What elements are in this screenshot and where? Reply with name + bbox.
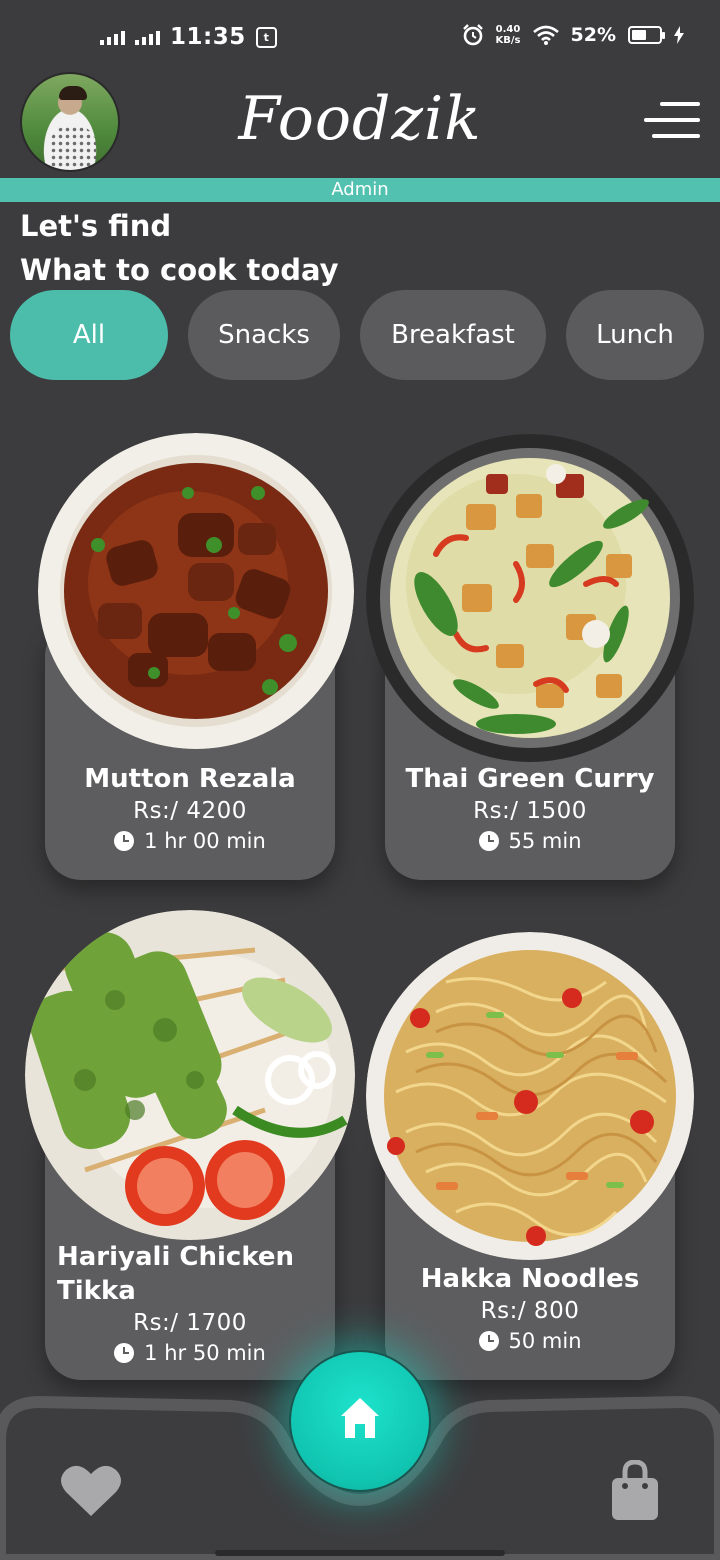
food-time: 50 min bbox=[385, 1326, 675, 1356]
alarm-icon bbox=[462, 24, 483, 46]
food-card-info: Thai Green Curry Rs:/ 1500 55 min bbox=[385, 762, 675, 856]
heart-icon[interactable] bbox=[60, 1462, 122, 1518]
food-price: Rs:/ 800 bbox=[480, 1298, 580, 1324]
admin-banner: Admin bbox=[0, 178, 720, 202]
status-left: 11:35 t bbox=[100, 24, 277, 50]
food-price: Rs:/ 1700 bbox=[133, 1310, 247, 1336]
clock-icon bbox=[114, 831, 135, 851]
signal-icon-2 bbox=[135, 29, 160, 45]
charging-icon bbox=[674, 26, 684, 44]
clock-icon bbox=[478, 831, 499, 851]
battery-fill bbox=[632, 30, 646, 40]
food-image-hakka-noodles[interactable] bbox=[366, 932, 694, 1260]
food-time-text: 1 hr 50 min bbox=[144, 1341, 266, 1365]
food-name: Thai Green Curry bbox=[405, 764, 655, 794]
status-right: 0.40 KB/s 52% bbox=[462, 24, 684, 46]
home-icon bbox=[341, 1398, 379, 1438]
clock-icon bbox=[478, 1331, 499, 1351]
network-speed: 0.40 KB/s bbox=[496, 24, 521, 46]
status-time: 11:35 bbox=[170, 24, 246, 50]
food-card-info: Hariyali Chicken Tikka Rs:/ 1700 1 hr 50… bbox=[45, 1240, 335, 1368]
food-image-mutton-rezala[interactable] bbox=[38, 433, 354, 749]
clock-icon bbox=[114, 1343, 135, 1363]
greeting: Let's find What to cook today bbox=[20, 204, 339, 292]
food-name: Hariyali Chicken Tikka bbox=[57, 1242, 295, 1306]
food-image-hariyali-chicken-tikka[interactable] bbox=[25, 910, 355, 1240]
menu-icon[interactable] bbox=[644, 100, 700, 144]
food-price: Rs:/ 1500 bbox=[473, 798, 587, 824]
food-name: Mutton Rezala bbox=[84, 764, 296, 794]
battery-icon bbox=[628, 26, 665, 44]
signal-icon bbox=[100, 29, 125, 45]
food-image-thai-green-curry[interactable] bbox=[366, 434, 694, 762]
food-time: 55 min bbox=[385, 826, 675, 856]
app-logo: Foodzik bbox=[238, 84, 482, 154]
food-time-text: 1 hr 00 min bbox=[144, 829, 266, 853]
food-time-text: 55 min bbox=[508, 829, 582, 853]
food-time-text: 50 min bbox=[508, 1329, 582, 1353]
food-price: Rs:/ 4200 bbox=[133, 798, 247, 824]
food-card-info: Mutton Rezala Rs:/ 4200 1 hr 00 min bbox=[45, 762, 335, 856]
avatar[interactable] bbox=[20, 72, 120, 172]
greeting-line-2: What to cook today bbox=[20, 253, 339, 287]
food-time: 1 hr 50 min bbox=[45, 1338, 335, 1368]
network-speed-unit: KB/s bbox=[495, 35, 521, 46]
food-time: 1 hr 00 min bbox=[45, 826, 335, 856]
notification-badge-icon: t bbox=[255, 26, 277, 48]
shopping-bag-icon[interactable] bbox=[610, 1460, 660, 1522]
food-card-info: Hakka Noodles Rs:/ 800 50 min bbox=[385, 1262, 675, 1356]
food-name: Hakka Noodles bbox=[420, 1264, 640, 1294]
battery-percent: 52% bbox=[570, 24, 616, 46]
category-chip-lunch[interactable]: Lunch bbox=[566, 290, 704, 380]
category-chip-breakfast[interactable]: Breakfast bbox=[360, 290, 546, 380]
home-indicator[interactable] bbox=[215, 1550, 505, 1556]
wifi-icon bbox=[532, 25, 559, 45]
category-chip-all[interactable]: All bbox=[10, 290, 168, 380]
status-bar: 11:35 t 0.40 KB/s 52% bbox=[0, 0, 720, 78]
home-button[interactable] bbox=[291, 1352, 429, 1490]
avatar-shirt bbox=[50, 126, 96, 170]
network-speed-value: 0.40 bbox=[495, 24, 521, 35]
avatar-hair bbox=[59, 86, 87, 100]
category-chip-snacks[interactable]: Snacks bbox=[188, 290, 340, 380]
greeting-line-1: Let's find bbox=[20, 209, 172, 243]
